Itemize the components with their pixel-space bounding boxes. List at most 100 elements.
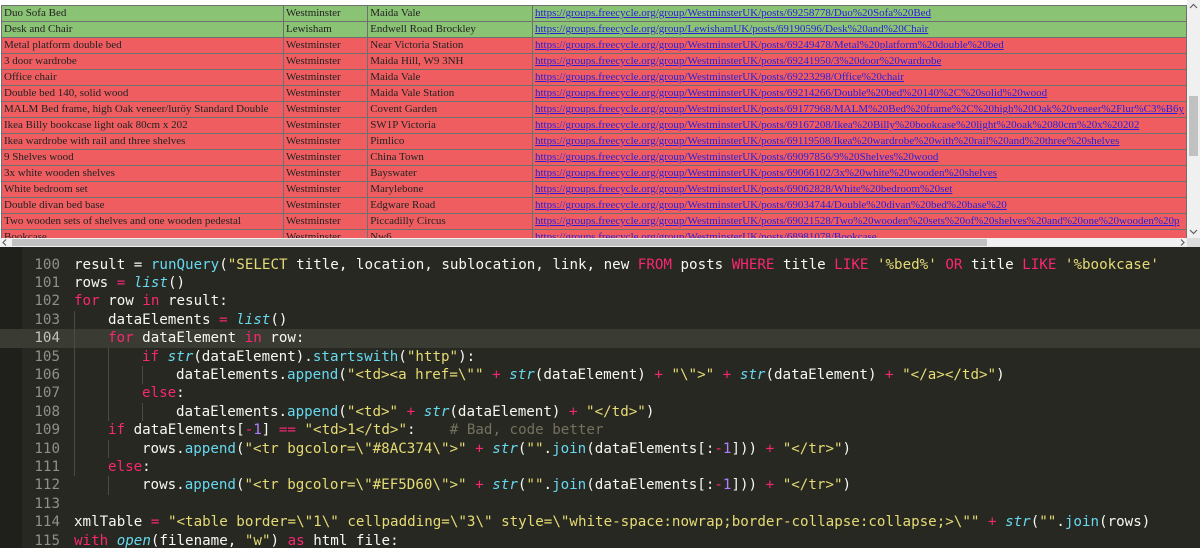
code-token: (: [1030, 514, 1040, 531]
code-token: +: [475, 477, 484, 494]
cell-sublocation: Maida Vale Station: [367, 85, 533, 102]
code-line[interactable]: 103 dataElements = list(): [0, 311, 1200, 329]
code-line[interactable]: 105 if str(dataElement).startswith("http"…: [0, 348, 1200, 366]
cell-sublocation: Piccadilly Circus: [367, 213, 533, 230]
code-line[interactable]: 113: [0, 495, 1200, 513]
code-line[interactable]: 114 xmlTable = "<table border=\"1\" cellp…: [0, 513, 1200, 531]
code-token: title: [774, 256, 835, 273]
cell-link: https://groups.freecycle.org/group/Westm…: [531, 53, 1187, 70]
table-row: Double bed 140, solid wood Westminster Mai…: [1, 85, 1187, 102]
code-line[interactable]: 109 if dataElements[-1] == "<td>1</td>": …: [0, 421, 1200, 439]
post-link[interactable]: https://groups.freecycle.org/group/Westm…: [535, 183, 952, 195]
code-line[interactable]: 100 result = runQuery("SELECT title, loca…: [0, 256, 1200, 274]
cell-location: Westminster: [282, 5, 369, 22]
line-number: 101: [34, 275, 60, 291]
code-token: -: [714, 477, 723, 494]
code-line[interactable]: 110 rows.append("<tr bgcolor=\"#8AC374\">…: [0, 440, 1200, 458]
vertical-scrollbar[interactable]: [1187, 0, 1200, 238]
post-link[interactable]: https://groups.freecycle.org/group/Westm…: [535, 71, 904, 83]
code-token: ): [842, 440, 852, 457]
code-editor[interactable]: 100 result = runQuery("SELECT title, loca…: [0, 247, 1200, 548]
line-number: 103: [34, 311, 60, 328]
code-token: 1: [253, 422, 262, 439]
code-token: +: [406, 403, 416, 420]
line-number: 102: [34, 293, 60, 310]
cell-location: Westminster: [282, 133, 369, 150]
code-line[interactable]: 102 for row in result:: [0, 292, 1200, 310]
code-token: for: [108, 330, 134, 347]
post-link[interactable]: https://groups.freecycle.org/group/Westm…: [535, 215, 1180, 227]
table-row: Bookcase Westminster Nw6 https://groups.fre…: [1, 229, 1187, 238]
code-token: (dataElements[:: [586, 440, 715, 457]
code-token: +: [568, 403, 578, 420]
code-token: list: [236, 311, 271, 328]
scroll-right-icon[interactable]: [1177, 238, 1187, 247]
post-link[interactable]: https://groups.freecycle.org/group/Westm…: [535, 151, 938, 163]
code-token: (rows): [1099, 514, 1151, 531]
cell-title: MALM Bed frame, high Oak veneer/luröy St…: [1, 101, 284, 118]
code-token: result:: [159, 293, 228, 310]
table-row: Duo Sofa Bed Westminster Maida Vale https:/…: [1, 5, 1187, 22]
scroll-down-icon[interactable]: [1187, 225, 1200, 238]
post-link[interactable]: https://groups.freecycle.org/group/Westm…: [535, 135, 1119, 147]
code-line[interactable]: 107 else:: [0, 384, 1200, 402]
code-text: if str(dataElement).startswith("http"):: [142, 348, 475, 366]
code-token: "SELECT: [227, 256, 297, 273]
post-link[interactable]: https://groups.freecycle.org/group/Westm…: [535, 231, 877, 238]
line-number: 112: [34, 477, 60, 494]
code-line[interactable]: 104 for dataElement in row:: [0, 329, 1200, 348]
cell-link: https://groups.freecycle.org/group/Lewis…: [531, 21, 1187, 38]
code-token: dataElements.: [176, 367, 288, 383]
code-text: if dataElements[-1] == "<td>1</td>": # B…: [108, 421, 603, 439]
post-link[interactable]: https://groups.freecycle.org/group/Westm…: [535, 55, 941, 67]
code-token: str: [423, 403, 450, 420]
line-number: 104: [34, 330, 60, 347]
vertical-scroll-thumb[interactable]: [1189, 96, 1198, 156]
code-line[interactable]: 112 rows.append("<tr bgcolor=\"#EF5D60\">…: [0, 476, 1200, 494]
scroll-left-icon[interactable]: [0, 238, 10, 247]
code-token: +: [722, 367, 732, 383]
post-link[interactable]: https://groups.freecycle.org/group/Westm…: [535, 39, 1004, 51]
post-link[interactable]: https://groups.freecycle.org/group/Westm…: [535, 119, 1139, 131]
horizontal-scroll-thumb[interactable]: [12, 239, 987, 246]
scrollbar-corner: [1187, 238, 1200, 247]
cell-link: https://groups.freecycle.org/group/Westm…: [531, 101, 1187, 118]
code-token: "\">": [671, 367, 715, 383]
code-token: (): [270, 311, 288, 328]
cell-title: Bookcase: [1, 229, 284, 238]
cell-link: https://groups.freecycle.org/group/Westm…: [531, 197, 1187, 214]
code-line[interactable]: 115 with open(filename, "w") as html_file…: [0, 532, 1200, 548]
code-text: with open(filename, "w") as html_file:: [74, 532, 399, 548]
post-link[interactable]: https://groups.freecycle.org/group/Westm…: [535, 87, 1047, 99]
code-token: LIKE: [834, 256, 869, 273]
horizontal-scrollbar[interactable]: [0, 238, 1187, 247]
line-number: 115: [34, 532, 60, 548]
post-link[interactable]: https://groups.freecycle.org/group/Westm…: [535, 199, 1007, 211]
code-line[interactable]: 106 dataElements.append("<td><a href=\"" …: [0, 366, 1200, 384]
post-link[interactable]: https://groups.freecycle.org/group/Lewis…: [535, 23, 928, 35]
cell-title: Office chair: [1, 69, 284, 86]
code-token: rows: [74, 275, 117, 291]
code-line[interactable]: 111 else:: [0, 458, 1200, 476]
cell-title: Two wooden sets of shelves and one woode…: [1, 213, 284, 230]
table-row: 9 Shelves wood Westminster China Town https…: [1, 149, 1187, 166]
post-link[interactable]: https://groups.freecycle.org/group/Westm…: [535, 167, 997, 179]
post-link[interactable]: https://groups.freecycle.org/group/Westm…: [535, 103, 1184, 115]
cell-sublocation: China Town: [367, 149, 533, 166]
code-line[interactable]: 108 dataElements.append("<td>" + str(data…: [0, 403, 1200, 421]
scroll-up-icon[interactable]: [1187, 0, 1200, 13]
code-token: (: [338, 367, 347, 383]
line-number: 105: [34, 348, 60, 365]
code-token: rows.: [142, 440, 185, 457]
code-token: "</tr>": [782, 440, 843, 457]
code-token: (: [219, 256, 228, 273]
post-link[interactable]: https://groups.freecycle.org/group/Westm…: [535, 7, 931, 19]
cell-sublocation: Marylebone: [367, 181, 533, 198]
code-line[interactable]: 101 rows = list(): [0, 274, 1200, 292]
cell-sublocation: SW1P Victoria: [367, 117, 533, 134]
